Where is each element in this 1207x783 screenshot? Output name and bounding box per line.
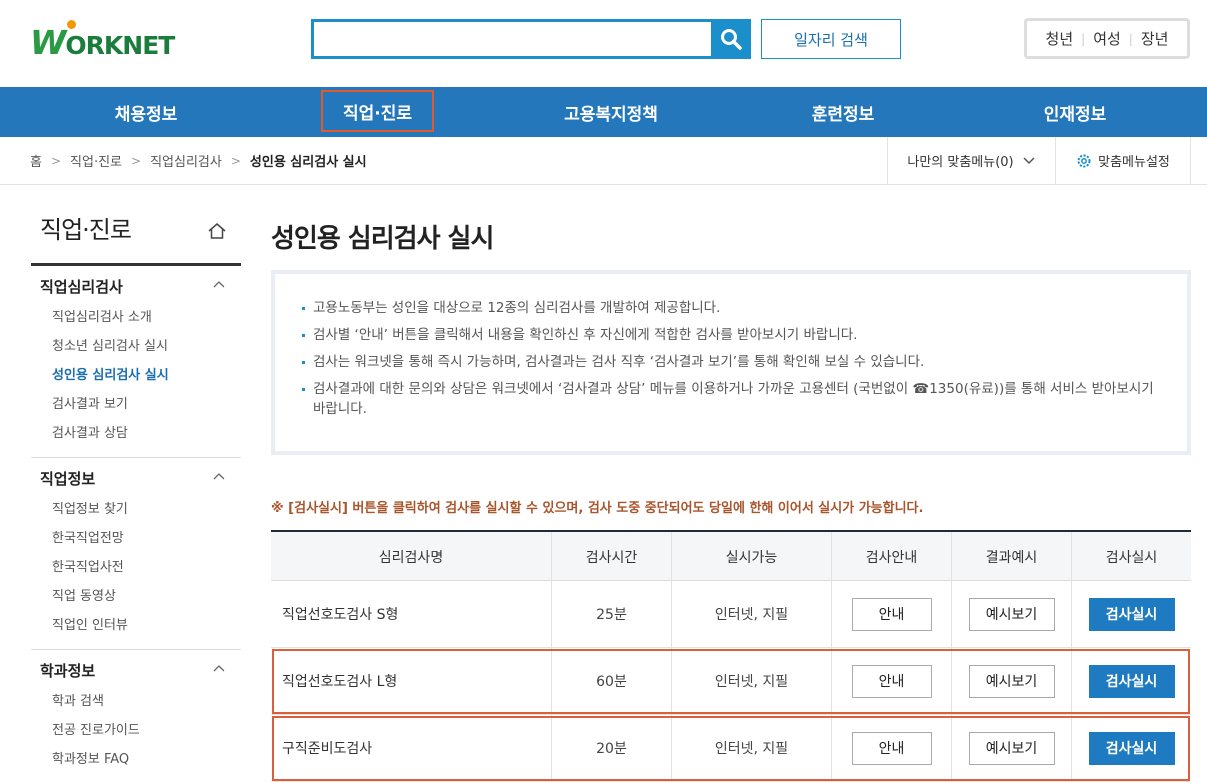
gnb-recruit[interactable]: 채용정보: [86, 87, 206, 137]
table-row: 직업선호도검사 S형 25분 인터넷, 지필 안내 예시보기 검사실시: [271, 581, 1191, 648]
my-menu-settings-button[interactable]: 맞춤메뉴설정: [1056, 137, 1191, 184]
breadcrumb-home[interactable]: 홈: [30, 151, 42, 170]
sidebar-item-job-interview[interactable]: 직업인 인터뷰: [31, 611, 241, 640]
test-time: 25분: [552, 581, 672, 647]
table-row: 구직준비도검사 20분 인터넷, 지필 안내 예시보기 검사실시: [271, 715, 1191, 782]
my-menu-dropdown[interactable]: 나만의 맞춤메뉴(0): [887, 137, 1056, 184]
chevron-right-icon: >: [230, 153, 241, 168]
test-name: 구직준비도검사: [271, 715, 552, 781]
sidebar-item-psych-intro[interactable]: 직업심리검사 소개: [31, 303, 241, 332]
chevron-up-icon[interactable]: [213, 664, 225, 672]
header-available: 실시가능: [672, 532, 832, 581]
test-name: 직업선호도검사 L형: [271, 648, 552, 714]
gnb-welfare-policy[interactable]: 고용복지정책: [545, 87, 677, 137]
sidebar-title: 직업·진로: [31, 210, 241, 266]
sidebar-item-major-guide[interactable]: 전공 진로가이드: [31, 716, 241, 745]
header-example: 결과예시: [952, 532, 1072, 581]
guide-button[interactable]: 안내: [851, 664, 932, 698]
chevron-up-icon[interactable]: [213, 280, 225, 288]
separator: |: [1081, 31, 1086, 46]
sidebar-item-job-dictionary[interactable]: 한국직업사전: [31, 553, 241, 582]
test-time: 20분: [552, 715, 672, 781]
start-test-button[interactable]: 검사실시: [1088, 597, 1175, 631]
breadcrumb-bar: 홈 > 직업·진로 > 직업심리검사 > 성인용 심리검사 실시 나만의 맞춤메…: [0, 137, 1207, 185]
sidebar-item-major-faq[interactable]: 학과정보 FAQ: [31, 745, 241, 774]
search-box: [311, 19, 751, 59]
header-start: 검사실시: [1105, 549, 1158, 566]
home-icon[interactable]: [207, 222, 227, 240]
sidebar-group-title[interactable]: 학과정보: [31, 660, 241, 683]
sidebar: 직업·진로 직업심리검사 직업심리검사 소개 청소년 심리검사 실시 성인용 심…: [31, 210, 241, 783]
search-icon: [721, 29, 742, 50]
gnb-talent[interactable]: 인재정보: [1020, 87, 1130, 137]
breadcrumb-current: 성인용 심리검사 실시: [249, 155, 367, 170]
user-group-women[interactable]: 여성: [1093, 28, 1121, 49]
notice-text: ※ [검사실시] 버튼을 클릭하여 검사를 실시할 수 있으며, 검사 도중 중…: [271, 501, 924, 516]
sidebar-group-psych-test: 직업심리검사 직업심리검사 소개 청소년 심리검사 실시 성인용 심리검사 실시…: [31, 266, 241, 458]
search-input[interactable]: [314, 22, 712, 56]
user-group-links: 청년 | 여성 | 장년: [1024, 18, 1190, 59]
example-button[interactable]: 예시보기: [968, 664, 1055, 698]
test-time: 60분: [552, 648, 672, 714]
sidebar-item-job-search[interactable]: 직업정보 찾기: [31, 495, 241, 524]
gnb-training[interactable]: 훈련정보: [788, 87, 898, 137]
test-table: 심리검사명 검사시간 실시가능 검사안내 결과예시 검사실시 직업선호도검사 S…: [271, 530, 1191, 782]
sidebar-item-youth-test[interactable]: 청소년 심리검사 실시: [31, 332, 241, 361]
breadcrumb-career[interactable]: 직업·진로: [70, 151, 122, 170]
test-mode: 인터넷, 지필: [672, 581, 832, 647]
chevron-down-icon: [1023, 156, 1035, 164]
global-nav: 채용정보 직업·진로 고용복지정책 훈련정보 인재정보: [0, 87, 1207, 137]
user-group-youth[interactable]: 청년: [1046, 28, 1074, 49]
search-button[interactable]: [711, 19, 751, 59]
example-button[interactable]: 예시보기: [968, 597, 1055, 631]
user-group-senior[interactable]: 장년: [1141, 28, 1169, 49]
info-item: 검사별 ‘안내’ 버튼을 클릭해서 내용을 확인하신 후 자신에게 적합한 검사…: [299, 325, 1163, 345]
sidebar-item-job-outlook[interactable]: 한국직업전망: [31, 524, 241, 553]
sidebar-group-title[interactable]: 직업정보: [31, 468, 241, 491]
chevron-up-icon[interactable]: [213, 472, 225, 480]
chevron-right-icon: >: [131, 153, 142, 168]
logo-rest: ORKNET: [65, 30, 175, 60]
guide-button[interactable]: 안내: [851, 597, 932, 631]
example-button[interactable]: 예시보기: [968, 731, 1055, 765]
test-mode: 인터넷, 지필: [672, 715, 832, 781]
logo-w: W: [30, 22, 66, 62]
info-item: 고용노동부는 성인을 대상으로 12종의 심리검사를 개발하여 제공합니다.: [299, 298, 1163, 318]
my-menu-label: 나만의 맞춤메뉴(0): [907, 155, 1014, 170]
sidebar-item-job-video[interactable]: 직업 동영상: [31, 582, 241, 611]
sidebar-item-adult-test[interactable]: 성인용 심리검사 실시: [31, 361, 241, 390]
header-test-time: 검사시간: [552, 532, 672, 581]
sidebar-item-view-results[interactable]: 검사결과 보기: [31, 390, 241, 419]
breadcrumb: 홈 > 직업·진로 > 직업심리검사 > 성인용 심리검사 실시: [30, 137, 367, 184]
table-row: 직업선호도검사 L형 60분 인터넷, 지필 안내 예시보기 검사실시: [271, 648, 1191, 715]
separator: |: [1128, 31, 1133, 46]
gear-icon: [1077, 154, 1091, 167]
test-mode: 인터넷, 지필: [672, 648, 832, 714]
header: WORKNET 일자리 검색 청년 | 여성 | 장년: [0, 0, 1207, 87]
job-search-button[interactable]: 일자리 검색: [761, 19, 901, 59]
test-name: 직업선호도검사 S형: [271, 581, 552, 647]
info-box: 고용노동부는 성인을 대상으로 12종의 심리검사를 개발하여 제공합니다. 검…: [271, 270, 1191, 455]
page-title: 성인용 심리검사 실시: [271, 224, 494, 254]
my-menu-settings-label: 맞춤메뉴설정: [1098, 155, 1170, 170]
worknet-logo[interactable]: WORKNET: [30, 20, 175, 62]
sidebar-item-major-search[interactable]: 학과 검색: [31, 687, 241, 716]
sidebar-group-major-info: 학과정보 학과 검색 전공 진로가이드 학과정보 FAQ: [31, 650, 241, 783]
start-test-button[interactable]: 검사실시: [1088, 731, 1175, 765]
header-test-name: 심리검사명: [271, 532, 552, 581]
gnb-career[interactable]: 직업·진로: [321, 90, 434, 132]
sidebar-group-job-info: 직업정보 직업정보 찾기 한국직업전망 한국직업사전 직업 동영상 직업인 인터…: [31, 458, 241, 650]
info-item: 검사는 워크넷을 통해 즉시 가능하며, 검사결과는 검사 직후 ‘검사결과 보…: [299, 352, 1163, 372]
sidebar-item-result-counsel[interactable]: 검사결과 상담: [31, 419, 241, 448]
chevron-right-icon: >: [50, 153, 62, 168]
guide-button[interactable]: 안내: [851, 731, 932, 765]
info-item: 검사결과에 대한 문의와 상담은 워크넷에서 ‘검사결과 상담’ 메뉴를 이용하…: [299, 379, 1163, 419]
sidebar-title-text: 직업·진로: [40, 216, 132, 244]
sidebar-group-title[interactable]: 직업심리검사: [31, 276, 241, 299]
table-header: 심리검사명 검사시간 실시가능 검사안내 결과예시 검사실시: [271, 530, 1191, 581]
start-test-button[interactable]: 검사실시: [1088, 664, 1175, 698]
logo-dot-icon: [67, 20, 76, 29]
breadcrumb-psych-test[interactable]: 직업심리검사: [150, 151, 222, 170]
header-guide: 검사안내: [832, 532, 952, 581]
